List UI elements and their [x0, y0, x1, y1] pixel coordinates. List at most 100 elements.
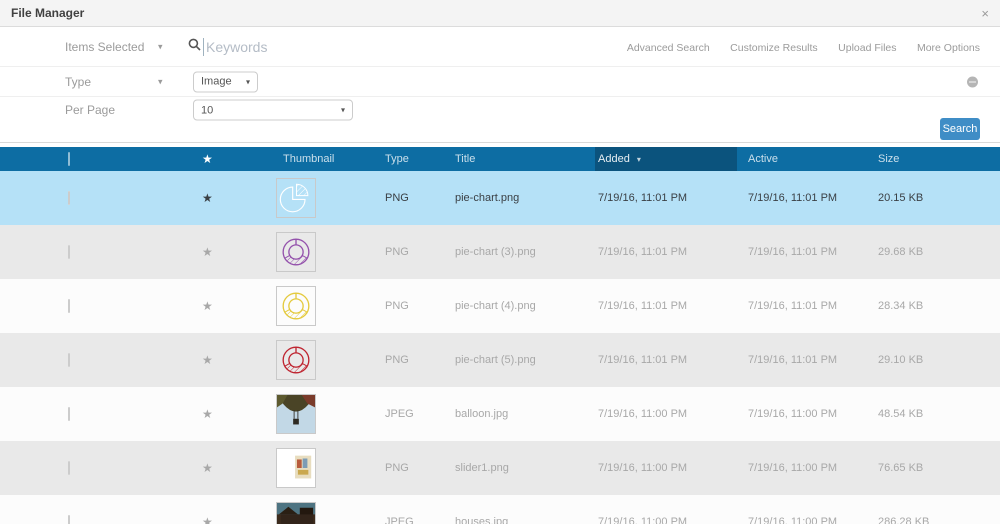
file-title[interactable]: pie-chart (5).png — [455, 354, 536, 366]
row-checkbox[interactable] — [68, 299, 70, 313]
row-checkbox[interactable] — [68, 515, 70, 524]
search-button[interactable]: Search — [940, 118, 980, 140]
column-header-added-label: Added — [598, 153, 630, 165]
file-active-date: 7/19/16, 11:00 PM — [748, 408, 838, 420]
file-title[interactable]: pie-chart (4).png — [455, 300, 536, 312]
file-active-date: 7/19/16, 11:00 PM — [748, 516, 838, 524]
table-row[interactable]: ★ PNG slider1.png 7/19/16, 11:00 PM 7/19/16,… — [0, 441, 1000, 495]
file-active-date: 7/19/16, 11:01 PM — [748, 246, 838, 258]
file-thumbnail[interactable] — [276, 286, 316, 326]
file-added-date: 7/19/16, 11:00 PM — [598, 408, 688, 420]
file-thumbnail[interactable] — [276, 502, 316, 524]
per-page-label: Per Page — [65, 103, 116, 117]
table-row[interactable]: ★ JPEG balloon.jpg 7/19/16, 11:00 PM 7/19/16… — [0, 387, 1000, 441]
file-title[interactable]: balloon.jpg — [455, 408, 508, 420]
column-header-size[interactable]: Size — [878, 153, 899, 165]
file-active-date: 7/19/16, 11:01 PM — [748, 300, 838, 312]
file-title[interactable]: slider1.png — [455, 462, 509, 474]
row-checkbox[interactable] — [68, 191, 70, 205]
row-checkbox[interactable] — [68, 353, 70, 367]
file-type: PNG — [385, 192, 409, 204]
filter-panel: Items Selected ▾ Advanced Search Customi… — [0, 27, 1000, 143]
file-size: 286.28 KB — [878, 516, 930, 524]
file-size: 48.54 KB — [878, 408, 924, 420]
star-icon[interactable]: ★ — [202, 191, 213, 205]
file-title[interactable]: houses.jpg — [455, 516, 508, 524]
chevron-down-icon[interactable]: ▾ — [158, 76, 163, 87]
toolbar-links: Advanced Search Customize Results Upload… — [611, 38, 980, 56]
customize-results-link[interactable]: Customize Results — [730, 42, 818, 54]
file-active-date: 7/19/16, 11:01 PM — [748, 192, 838, 204]
file-size: 29.68 KB — [878, 246, 924, 258]
select-all-checkbox[interactable] — [68, 152, 70, 166]
select-caret-icon: ▾ — [340, 105, 345, 115]
upload-files-link[interactable]: Upload Files — [838, 42, 896, 54]
file-title[interactable]: pie-chart.png — [455, 192, 519, 204]
star-icon[interactable]: ★ — [202, 353, 213, 367]
file-added-date: 7/19/16, 11:01 PM — [598, 246, 688, 258]
chevron-down-icon[interactable]: ▾ — [158, 41, 163, 52]
type-select-value: Image — [201, 75, 232, 88]
column-header-type[interactable]: Type — [385, 153, 409, 165]
file-thumbnail[interactable] — [276, 178, 316, 218]
star-column-header[interactable]: ★ — [202, 152, 213, 166]
star-icon[interactable]: ★ — [202, 245, 213, 259]
type-select[interactable]: Image ▾ — [193, 71, 258, 92]
star-icon[interactable]: ★ — [202, 461, 213, 475]
text-cursor — [203, 38, 204, 56]
table-row[interactable]: ★ JPEG houses.jpg 7/19/16, 11:00 PM 7/19/16,… — [0, 495, 1000, 524]
file-active-date: 7/19/16, 11:00 PM — [748, 462, 838, 474]
file-added-date: 7/19/16, 11:01 PM — [598, 192, 688, 204]
items-selected-dropdown[interactable]: Items Selected — [65, 40, 144, 54]
per-page-select[interactable]: 10 ▾ — [193, 99, 353, 121]
file-size: 28.34 KB — [878, 300, 924, 312]
file-type: JPEG — [385, 408, 414, 420]
file-active-date: 7/19/16, 11:01 PM — [748, 354, 838, 366]
file-added-date: 7/19/16, 11:00 PM — [598, 462, 688, 474]
select-caret-icon: ▾ — [245, 77, 250, 86]
filter-row-perpage: Per Page 10 ▾ — [0, 97, 1000, 123]
file-type: PNG — [385, 354, 409, 366]
filter-row-type: Type ▾ Image ▾ — [0, 67, 1000, 97]
file-title[interactable]: pie-chart (3).png — [455, 246, 536, 258]
file-thumbnail[interactable] — [276, 232, 316, 272]
table-row[interactable]: ★ PNG pie-chart.png 7/19/16, 11:01 PM 7/19/1… — [0, 171, 1000, 225]
table-header: ★ Thumbnail Type Title Added ▾ Active Si… — [0, 147, 1000, 171]
sort-caret-icon: ▾ — [636, 154, 641, 164]
close-icon[interactable]: × — [981, 7, 989, 20]
file-size: 20.15 KB — [878, 192, 924, 204]
file-thumbnail[interactable] — [276, 448, 316, 488]
search-icon — [188, 38, 201, 56]
advanced-search-link[interactable]: Advanced Search — [627, 42, 710, 54]
table-body: ★ PNG pie-chart.png 7/19/16, 11:01 PM 7/19/1… — [0, 171, 1000, 524]
column-header-title[interactable]: Title — [455, 153, 475, 165]
file-type: PNG — [385, 462, 409, 474]
table-row[interactable]: ★ PNG pie-chart (5).png 7/19/16, 11:01 PM 7/… — [0, 333, 1000, 387]
file-added-date: 7/19/16, 11:01 PM — [598, 300, 688, 312]
filter-row-keywords: Items Selected ▾ Advanced Search Customi… — [0, 27, 1000, 67]
file-added-date: 7/19/16, 11:00 PM — [598, 516, 688, 524]
file-type: PNG — [385, 246, 409, 258]
star-icon[interactable]: ★ — [202, 407, 213, 421]
table-row[interactable]: ★ PNG pie-chart (4).png 7/19/16, 11:01 PM 7/… — [0, 279, 1000, 333]
column-header-active[interactable]: Active — [748, 153, 778, 165]
file-added-date: 7/19/16, 11:01 PM — [598, 354, 688, 366]
column-header-added[interactable]: Added ▾ — [595, 147, 737, 171]
search-input[interactable] — [206, 36, 676, 58]
row-checkbox[interactable] — [68, 245, 70, 259]
star-icon[interactable]: ★ — [202, 515, 213, 524]
row-checkbox[interactable] — [68, 461, 70, 475]
file-size: 76.65 KB — [878, 462, 924, 474]
per-page-value: 10 — [201, 104, 214, 116]
star-icon[interactable]: ★ — [202, 299, 213, 313]
file-type: PNG — [385, 300, 409, 312]
file-thumbnail[interactable] — [276, 340, 316, 380]
file-thumbnail[interactable] — [276, 394, 316, 434]
table-row[interactable]: ★ PNG pie-chart (3).png 7/19/16, 11:01 PM 7/… — [0, 225, 1000, 279]
file-size: 29.10 KB — [878, 354, 924, 366]
more-options-link[interactable]: More Options — [917, 42, 980, 54]
column-header-thumbnail[interactable]: Thumbnail — [283, 153, 334, 165]
remove-filter-icon[interactable] — [967, 76, 978, 87]
row-checkbox[interactable] — [68, 407, 70, 421]
type-filter-label[interactable]: Type — [65, 75, 91, 89]
